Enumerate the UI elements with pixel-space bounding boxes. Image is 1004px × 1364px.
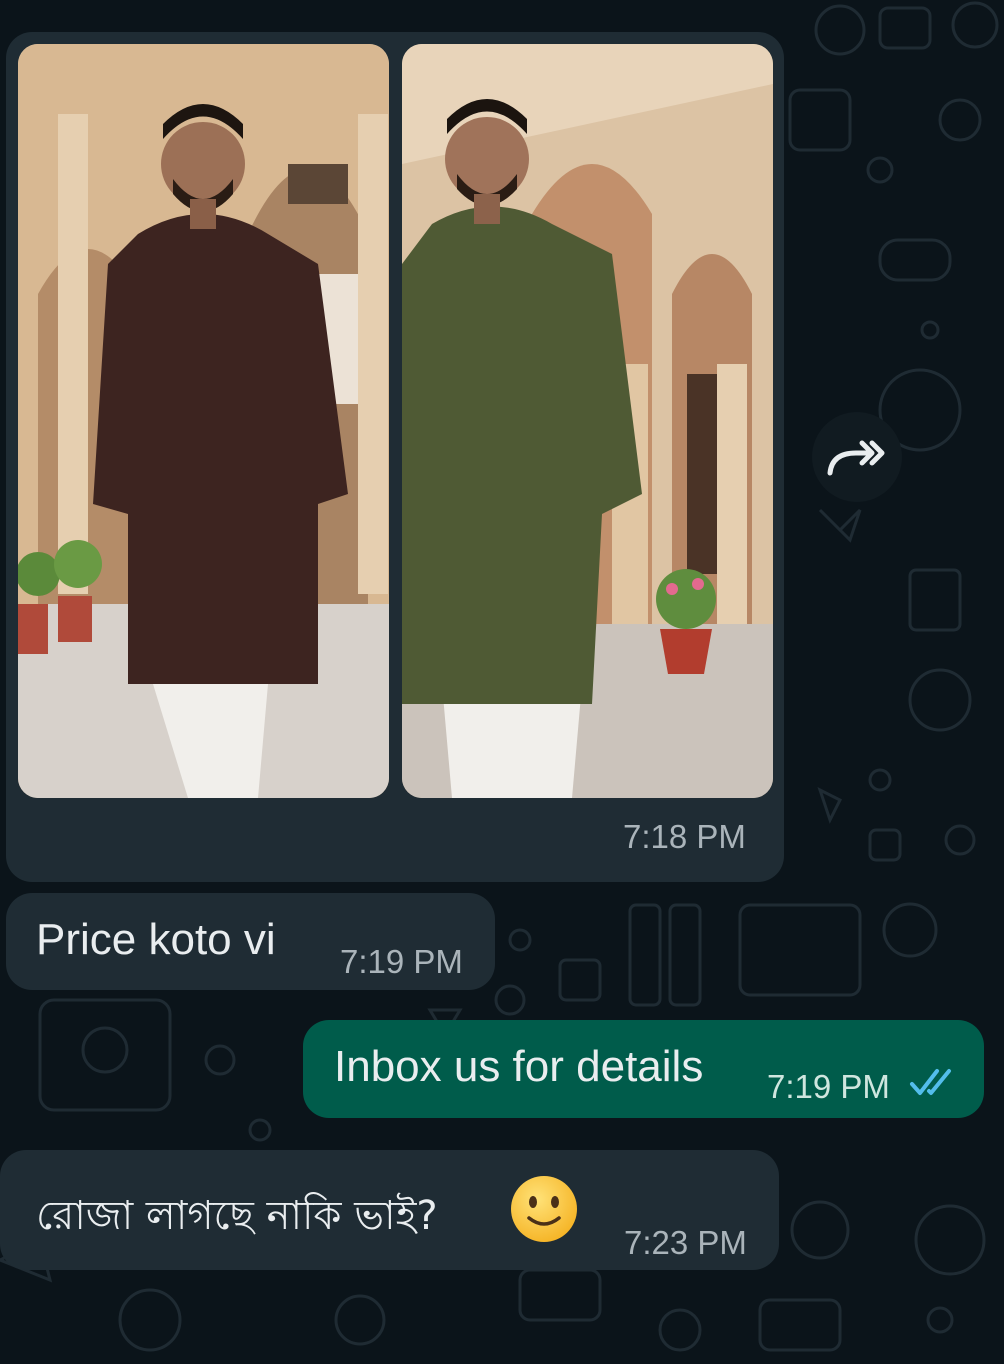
message-text: Price koto vi	[36, 915, 276, 964]
message-timestamp: 7:19 PM	[340, 943, 463, 980]
message-timestamp: 7:19 PM	[767, 1068, 890, 1105]
outgoing-message-bubble[interactable]: Inbox us for details 7:19 PM	[303, 1020, 984, 1118]
product-photo-brown-panjabi[interactable]	[18, 44, 389, 798]
incoming-message-bubble[interactable]: রোজা লাগছে নাকি ভাই? 7:23 PM	[0, 1150, 779, 1270]
message-timestamp: 7:23 PM	[624, 1224, 747, 1261]
media-message-bubble[interactable]: 7:18 PM	[6, 32, 784, 882]
message-text: Inbox us for details	[334, 1042, 704, 1091]
incoming-message-bubble[interactable]: Price koto vi 7:19 PM	[6, 893, 495, 990]
forward-button[interactable]	[812, 412, 902, 502]
message-text: রোজা লাগছে নাকি ভাই?	[36, 1193, 438, 1239]
forward-icon	[827, 440, 885, 476]
message-timestamp: 7:18 PM	[623, 818, 746, 855]
slightly-smiling-face-icon	[511, 1176, 577, 1242]
read-ticks-icon	[910, 1069, 951, 1095]
product-photo-green-panjabi[interactable]	[402, 44, 773, 798]
